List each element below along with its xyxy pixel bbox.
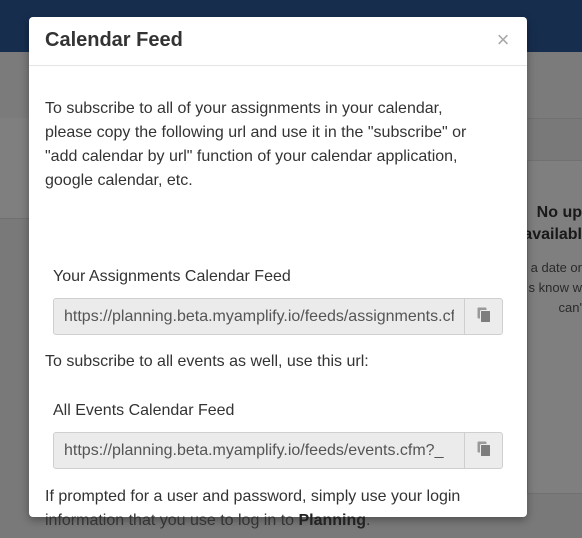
assignments-feed-group	[53, 298, 503, 335]
login-instruction-text: If prompted for a user and password, sim…	[45, 488, 461, 529]
copy-events-url-button[interactable]	[464, 433, 502, 468]
events-feed-label: All Events Calendar Feed	[53, 402, 235, 419]
calendar-feed-modal: Calendar Feed × To subscribe to all of y…	[29, 17, 527, 529]
copy-icon	[477, 441, 491, 460]
login-instruction-end: .	[366, 512, 371, 529]
app-name: Planning	[298, 512, 367, 529]
login-instruction: If prompted for a user and password, sim…	[45, 485, 505, 533]
copy-icon	[477, 307, 491, 326]
assignments-feed-url-input[interactable]	[54, 299, 464, 334]
modal-title: Calendar Feed	[45, 29, 183, 51]
close-button[interactable]: ×	[495, 29, 511, 51]
events-feed-url-input[interactable]	[54, 433, 464, 468]
all-events-instruction: To subscribe to all events as well, use …	[45, 353, 369, 370]
intro-text: To subscribe to all of your assignments …	[45, 100, 467, 189]
events-feed-group	[53, 432, 503, 469]
copy-assignments-url-button[interactable]	[464, 299, 502, 334]
modal-header: Calendar Feed ×	[29, 17, 527, 66]
assignments-feed-label: Your Assignments Calendar Feed	[53, 268, 291, 285]
